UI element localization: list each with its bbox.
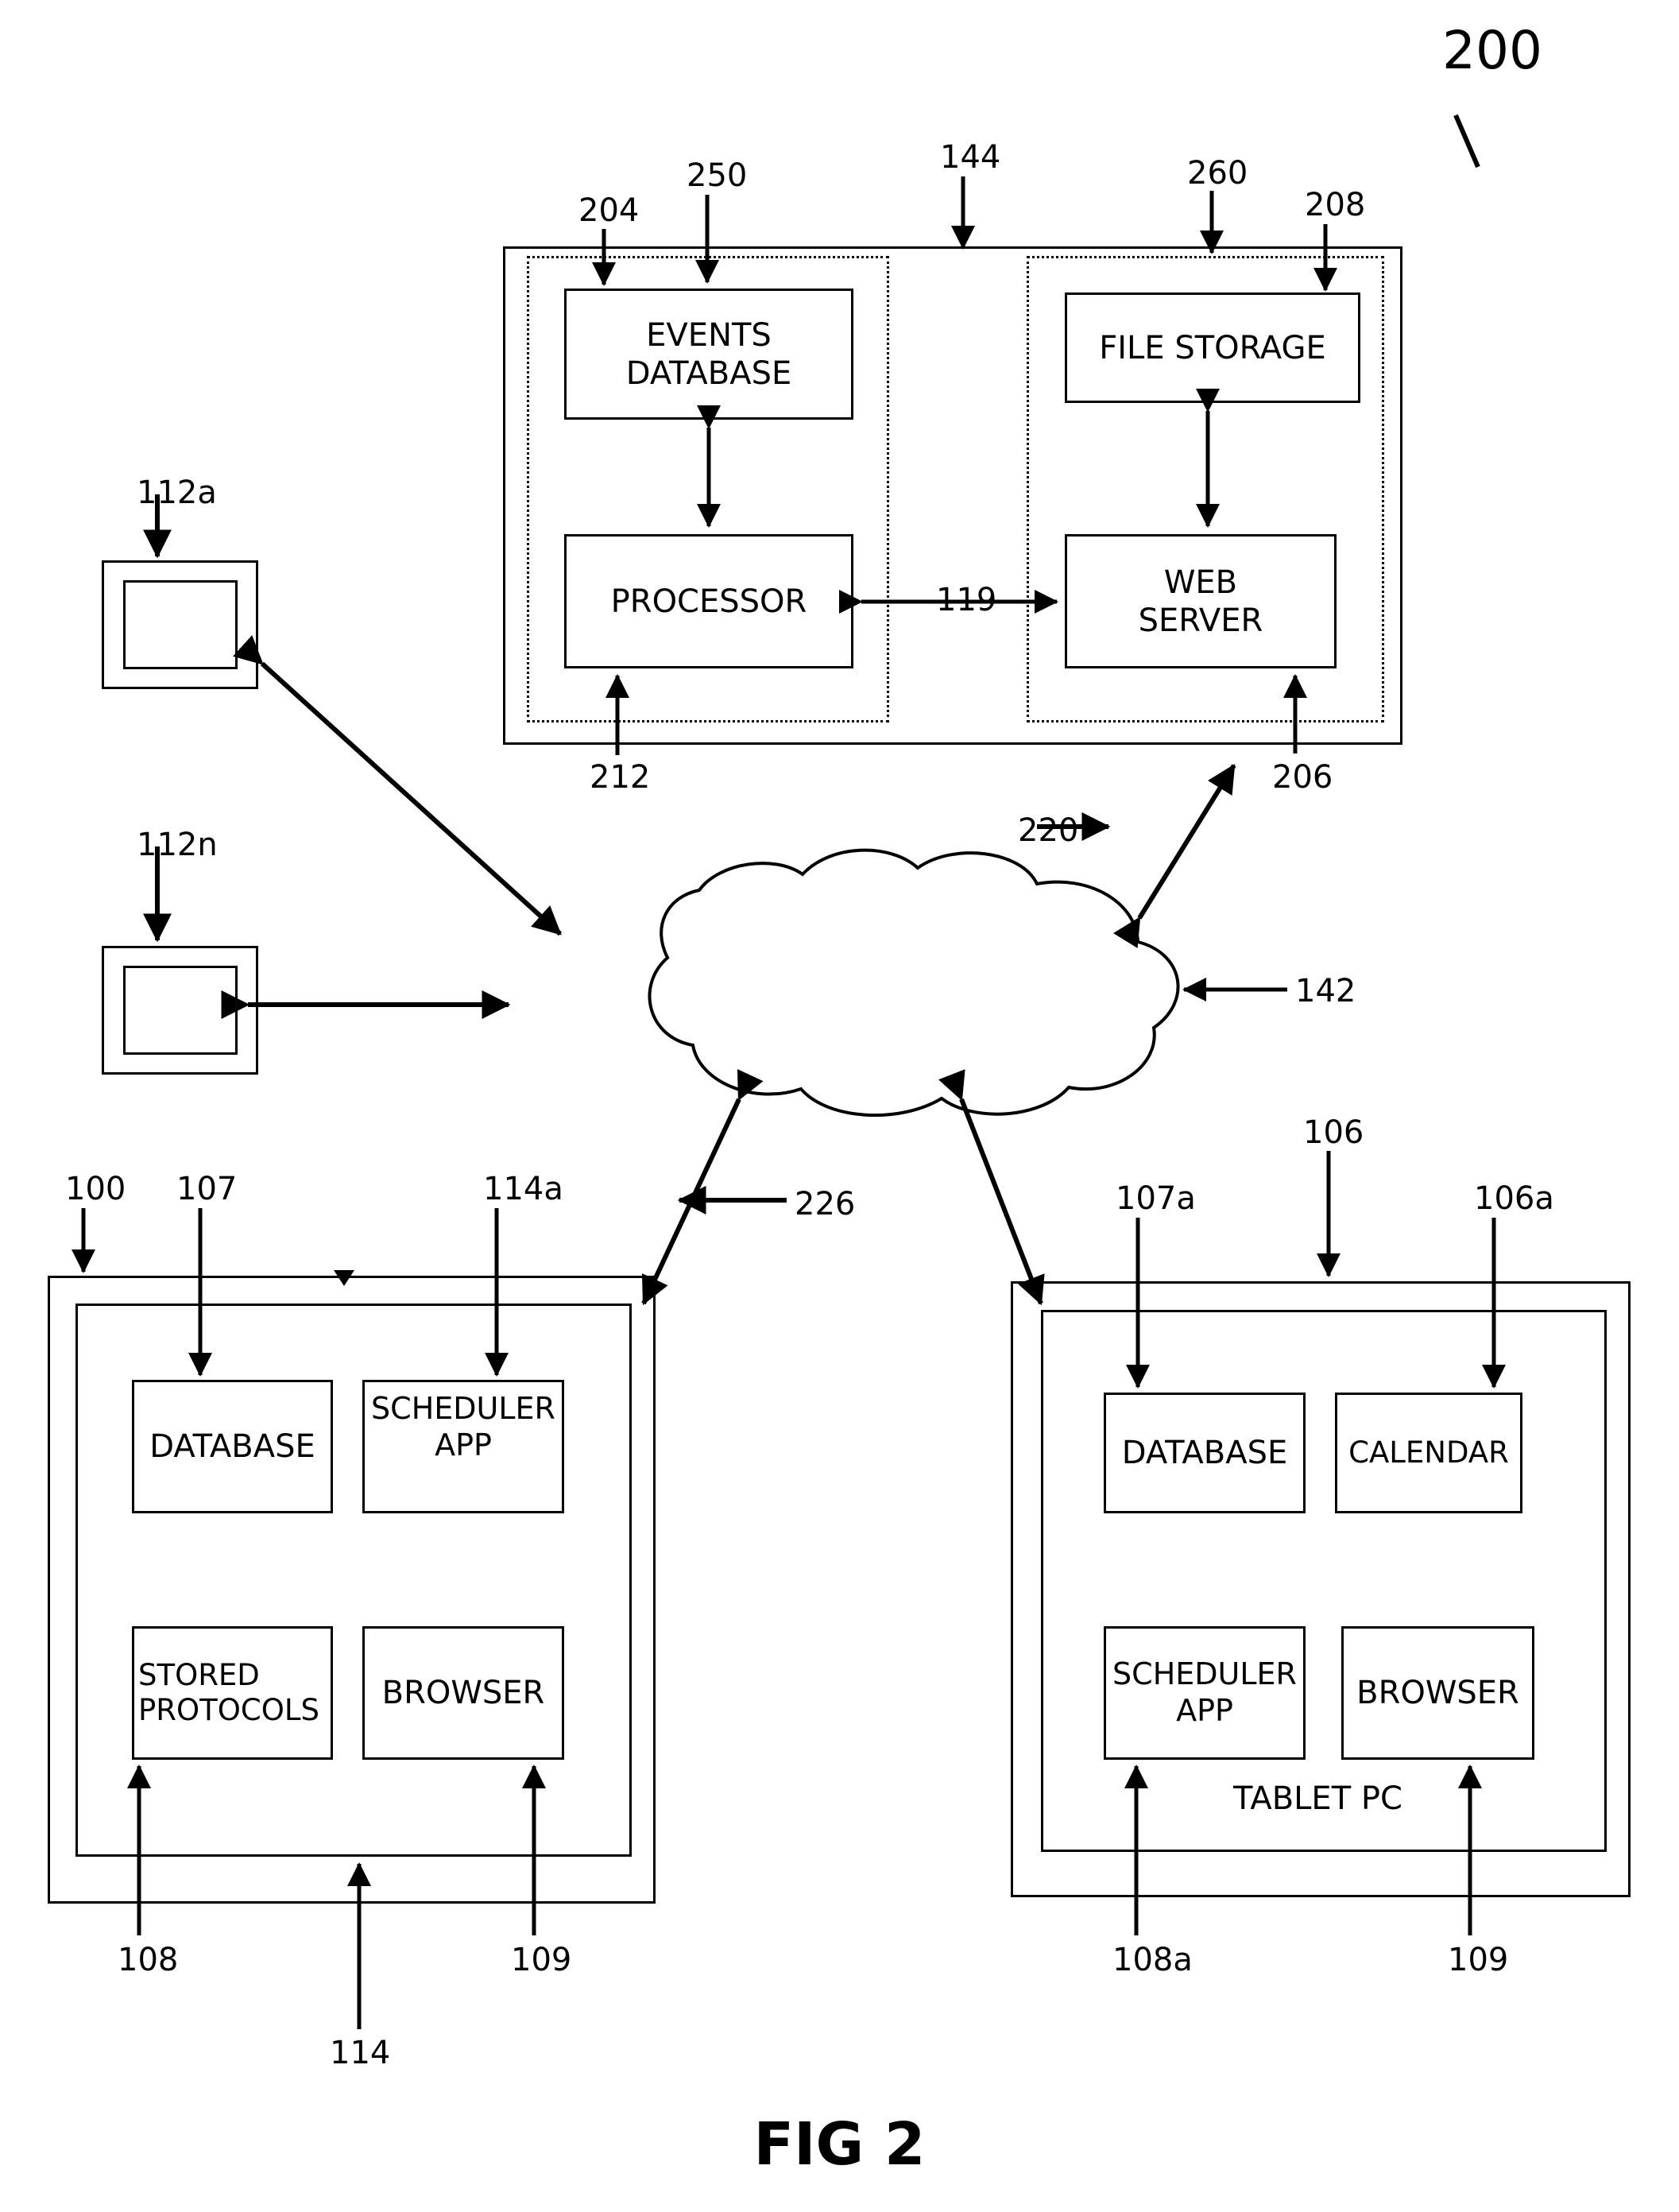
network-tablet-link (938, 1069, 1045, 1306)
network-label: NETWORK (772, 971, 936, 1008)
events-database-label: EVENTS DATABASE (625, 316, 792, 392)
ref-206: 206 (1272, 759, 1333, 796)
ref-109-tablet: 109 (1448, 1942, 1509, 1978)
processor-label: PROCESSOR (610, 583, 807, 620)
ref-250: 250 (687, 157, 748, 194)
tablet-scheduler-label: SCHEDULER APP (1112, 1656, 1297, 1728)
file-storage-label: FILE STORAGE (1099, 329, 1326, 366)
ref-107: 107 (176, 1171, 238, 1207)
terminal-112a-screen (123, 580, 238, 669)
ref-212: 212 (590, 759, 651, 796)
web-server-label: WEB SERVER (1138, 564, 1263, 639)
ref-114a: 114a (483, 1171, 563, 1207)
ref-106a: 106a (1474, 1180, 1554, 1217)
workstation-browser-label: BROWSER (381, 1675, 545, 1711)
figure-title: FIG 2 (753, 2110, 926, 2179)
workstation-database-label: DATABASE (149, 1428, 315, 1465)
ref-109-workstation: 109 (511, 1942, 572, 1978)
workstation-scheduler-label: SCHEDULER APP (371, 1391, 555, 1462)
tablet-inner-box (1041, 1310, 1607, 1852)
tablet-calendar-label: CALENDAR (1348, 1435, 1509, 1470)
terminal-112n-screen (123, 966, 238, 1055)
ref-107a: 107a (1116, 1180, 1196, 1217)
ref-119: 119 (936, 582, 997, 618)
ref-144: 144 (940, 139, 1001, 176)
figure-number-200: 200 (1442, 20, 1542, 81)
ref-108a: 108a (1112, 1942, 1193, 1978)
ref-220: 220 (1018, 812, 1079, 849)
ref-204: 204 (578, 192, 640, 229)
ref-208: 208 (1305, 187, 1366, 223)
tablet-pc-caption: TABLET PC (1233, 1780, 1402, 1817)
workstation-stored-protocols-label: STORED PROTOCOLS (138, 1657, 319, 1727)
tablet-database-label: DATABASE (1121, 1435, 1288, 1471)
network-workstation-link (641, 1068, 787, 1306)
ref-106: 106 (1303, 1114, 1364, 1151)
ref-114: 114 (330, 2035, 391, 2071)
ref-260: 260 (1187, 155, 1248, 192)
ref-108: 108 (118, 1942, 179, 1978)
ref-142: 142 (1295, 973, 1356, 1009)
figure-number-pointer (1453, 114, 1480, 169)
ref-112a: 112a (137, 475, 217, 511)
ref-112n: 112n (137, 827, 218, 863)
ref-226: 226 (795, 1186, 856, 1222)
tablet-browser-label: BROWSER (1356, 1675, 1519, 1711)
ref-100: 100 (65, 1171, 126, 1207)
